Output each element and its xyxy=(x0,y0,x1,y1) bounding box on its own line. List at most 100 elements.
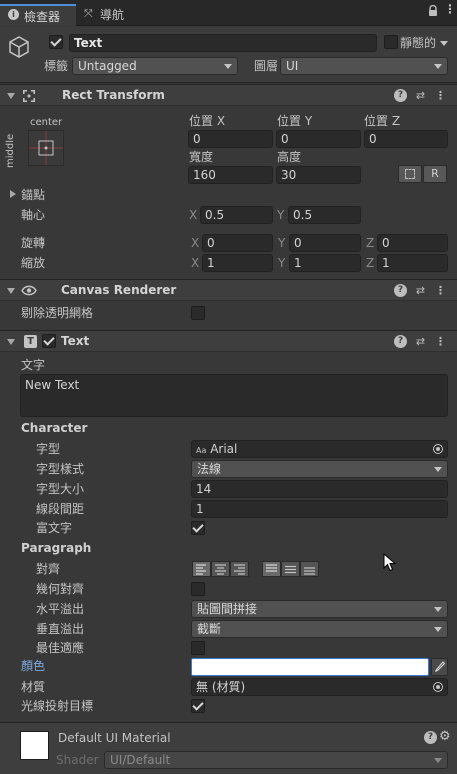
help-icon[interactable]: ? xyxy=(394,284,407,297)
align-right-icon[interactable] xyxy=(230,561,249,577)
font-style-value: 法線 xyxy=(197,462,222,476)
preset-icon[interactable]: ⇄ xyxy=(414,89,427,102)
pos-y-field[interactable]: 0 xyxy=(276,130,361,148)
scale-y-axis-label[interactable]: Y xyxy=(278,255,285,271)
height-field[interactable]: 30 xyxy=(276,166,361,184)
pivot-x-field[interactable]: 0.5 xyxy=(200,206,273,224)
scale-x-field[interactable]: 1 xyxy=(202,254,273,272)
text-component-header[interactable]: T Text ? ⇄ ⋮ xyxy=(0,330,457,352)
pos-y-label: 位置 Y xyxy=(277,114,313,128)
info-icon: i xyxy=(8,9,19,20)
tag-dropdown-value: Untagged xyxy=(78,59,137,73)
blueprint-mode-button[interactable] xyxy=(398,165,422,183)
font-label: 字型 xyxy=(36,442,61,456)
gameobject-active-toggle[interactable] xyxy=(49,35,63,49)
color-field[interactable] xyxy=(191,658,429,676)
material-label: 材質 xyxy=(21,680,46,694)
align-by-geometry-toggle[interactable] xyxy=(191,582,205,596)
text-component-enabled-toggle[interactable] xyxy=(42,334,56,348)
scale-x-axis-label[interactable]: X xyxy=(191,255,199,271)
object-picker-icon[interactable] xyxy=(433,444,443,454)
tab-navigation[interactable]: ⤧ 導航 xyxy=(80,4,150,26)
help-icon[interactable]: ? xyxy=(424,731,437,744)
rot-y-axis-label[interactable]: Y xyxy=(278,235,285,251)
pos-z-field[interactable]: 0 xyxy=(364,130,448,148)
eyedropper-icon[interactable] xyxy=(431,658,448,676)
scale-z-axis-label[interactable]: Z xyxy=(366,255,374,271)
tab-inspector[interactable]: i 檢查器 xyxy=(0,4,76,26)
pos-z-label: 位置 Z xyxy=(364,114,401,128)
font-object-field[interactable]: Aa Arial xyxy=(191,440,448,458)
align-bottom-icon[interactable] xyxy=(300,561,319,577)
help-icon[interactable]: ? xyxy=(394,89,407,102)
layer-dropdown[interactable]: UI xyxy=(280,57,448,75)
cull-transparent-mesh-label: 剔除透明網格 xyxy=(21,306,94,320)
pos-x-field[interactable]: 0 xyxy=(188,130,273,148)
pivot-x-axis-label[interactable]: X xyxy=(189,207,197,223)
horizontal-overflow-dropdown[interactable]: 貼圖間拼接 xyxy=(191,600,448,618)
tag-label: 標籤 xyxy=(44,59,69,73)
pivot-y-field[interactable]: 0.5 xyxy=(288,206,361,224)
context-menu-icon[interactable]: ⋮ xyxy=(434,284,447,297)
anchor-preset-button[interactable] xyxy=(28,130,64,166)
raw-edit-button[interactable]: R xyxy=(423,165,447,183)
blueprint-icon xyxy=(405,169,415,179)
font-size-field[interactable]: 14 xyxy=(191,480,448,498)
vertical-alignment-group xyxy=(262,561,320,577)
raycast-target-label: 光線投射目標 xyxy=(21,699,94,713)
rot-z-field[interactable]: 0 xyxy=(377,234,448,252)
scale-z-field[interactable]: 1 xyxy=(377,254,448,272)
raycast-target-toggle[interactable] xyxy=(191,699,205,713)
rot-z-axis-label[interactable]: Z xyxy=(366,235,374,251)
vertical-overflow-dropdown[interactable]: 截斷 xyxy=(191,620,448,638)
rot-x-field[interactable]: 0 xyxy=(202,234,273,252)
rect-transform-header[interactable]: Rect Transform ? ⇄ ⋮ xyxy=(0,84,457,106)
material-value: 無 (材質) xyxy=(196,680,246,694)
preset-icon[interactable]: ⇄ xyxy=(414,335,427,348)
anchors-foldout-arrow[interactable] xyxy=(10,190,16,198)
static-toggle[interactable] xyxy=(384,35,398,49)
rect-transform-title: Rect Transform xyxy=(62,88,165,102)
line-spacing-field[interactable]: 1 xyxy=(191,500,448,518)
canvas-renderer-header[interactable]: Canvas Renderer ? ⇄ ⋮ xyxy=(0,279,457,301)
shader-value: UI/Default xyxy=(110,753,171,767)
align-middle-icon[interactable] xyxy=(281,561,300,577)
shader-dropdown[interactable]: UI/Default xyxy=(104,751,448,769)
font-style-dropdown[interactable]: 法線 xyxy=(191,460,448,478)
text-component-icon: T xyxy=(24,335,37,348)
context-menu-icon[interactable]: ⋮ xyxy=(434,335,447,348)
static-dropdown-arrow[interactable] xyxy=(440,41,448,46)
font-style-label: 字型樣式 xyxy=(36,462,85,476)
material-name: Default UI Material xyxy=(58,731,171,745)
anchors-label[interactable]: 錨點 xyxy=(21,187,45,203)
scale-y-field[interactable]: 1 xyxy=(289,254,361,272)
pos-x-label: 位置 X xyxy=(189,114,226,128)
rot-y-field[interactable]: 0 xyxy=(289,234,361,252)
rot-x-axis-label[interactable]: X xyxy=(191,235,199,251)
layer-dropdown-value: UI xyxy=(286,59,299,73)
rich-text-toggle[interactable] xyxy=(191,521,205,535)
help-icon[interactable]: ? xyxy=(394,335,407,348)
more-options-icon[interactable]: ⋮ xyxy=(444,2,456,16)
preset-icon[interactable]: ⇄ xyxy=(414,284,427,297)
settings-gear-icon[interactable]: ⚙ xyxy=(439,729,451,744)
pivot-y-axis-label[interactable]: Y xyxy=(277,207,284,223)
tag-dropdown[interactable]: Untagged xyxy=(72,57,238,75)
width-field[interactable]: 160 xyxy=(188,166,273,184)
foldout-arrow-icon[interactable] xyxy=(7,288,15,294)
context-menu-icon[interactable]: ⋮ xyxy=(434,89,447,102)
font-asset-icon: Aa xyxy=(196,446,207,455)
align-left-icon[interactable] xyxy=(192,561,211,577)
gameobject-name-input[interactable]: Text xyxy=(69,34,377,52)
foldout-arrow-icon[interactable] xyxy=(7,339,15,345)
lock-icon[interactable] xyxy=(428,4,438,17)
best-fit-toggle[interactable] xyxy=(191,641,205,655)
object-picker-icon[interactable] xyxy=(433,682,443,692)
foldout-arrow-icon[interactable] xyxy=(7,93,15,99)
material-object-field[interactable]: 無 (材質) xyxy=(191,678,448,696)
text-content-area[interactable]: New Text xyxy=(20,374,448,417)
shader-label: Shader xyxy=(56,753,99,767)
align-top-icon[interactable] xyxy=(262,561,281,577)
align-center-icon[interactable] xyxy=(211,561,230,577)
cull-transparent-mesh-toggle[interactable] xyxy=(191,306,205,320)
